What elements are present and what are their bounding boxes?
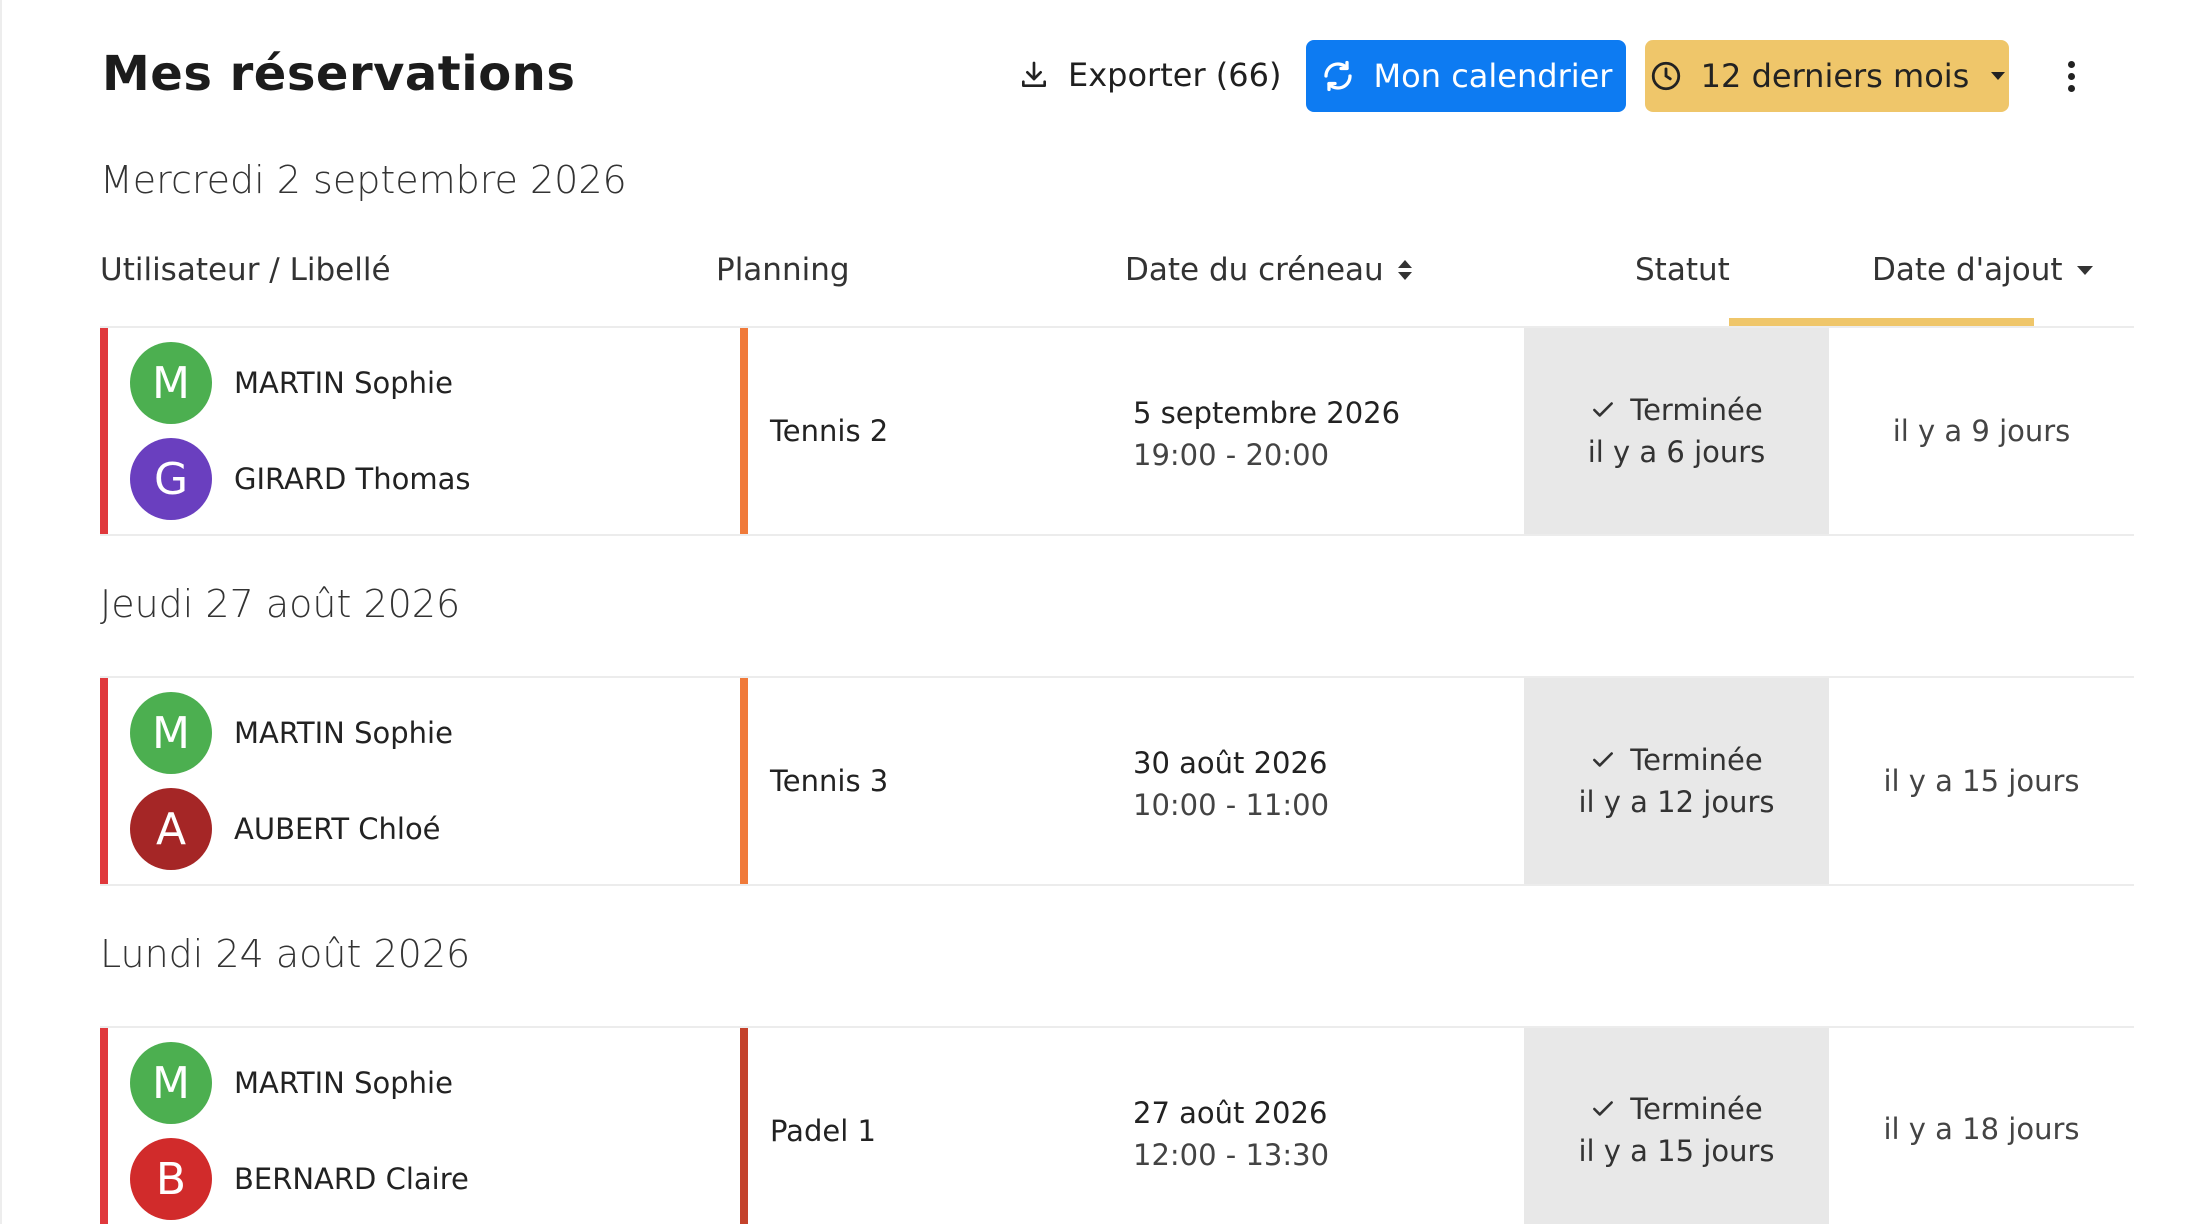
period-label: 12 derniers mois — [1700, 57, 1970, 95]
added-cell: il y a 9 jours — [1892, 414, 2071, 448]
slot-time: 12:00 - 13:30 — [1133, 1138, 1330, 1172]
slot-time: 19:00 - 20:00 — [1133, 438, 1330, 472]
status-since: il y a 12 jours — [1578, 785, 1775, 819]
slot-date: 27 août 2026 — [1133, 1096, 1328, 1130]
slot-cell: 27 août 2026 12:00 - 13:30 — [1133, 1092, 1329, 1176]
sort-desc-icon — [2076, 265, 2093, 275]
column-slot-date[interactable]: Date du créneau — [1125, 252, 1412, 288]
planning-color-bar — [740, 678, 748, 884]
avatar: M — [130, 342, 212, 424]
column-planning-label: Planning — [716, 252, 850, 288]
column-added-date-label: Date d'ajout — [1872, 252, 2063, 288]
slot-cell: 5 septembre 2026 19:00 - 20:00 — [1133, 392, 1400, 476]
user-name: MARTIN Sophie — [234, 366, 453, 400]
planning-label: Tennis 3 — [770, 764, 889, 798]
column-status: Statut — [1635, 252, 1730, 288]
table-row[interactable]: M MARTIN Sophie A AUBERT Chloé Tennis 3 … — [100, 676, 2134, 886]
avatar: A — [130, 788, 212, 870]
column-status-label: Statut — [1635, 252, 1730, 288]
user-entry: A AUBERT Chloé — [130, 788, 441, 870]
user-name: MARTIN Sophie — [234, 716, 453, 750]
status-cell: Terminée il y a 12 jours — [1524, 678, 1829, 884]
user-name: MARTIN Sophie — [234, 1066, 453, 1100]
row-color-bar — [100, 328, 108, 534]
column-planning: Planning — [716, 252, 850, 288]
page-title: Mes réservations — [102, 46, 576, 102]
sort-icon — [1397, 260, 1412, 280]
user-name: GIRARD Thomas — [234, 462, 471, 496]
status-cell: Terminée il y a 6 jours — [1524, 328, 1829, 534]
page-header: Mes réservations Exporter (66) Mon calen… — [100, 36, 2110, 116]
period-dropdown[interactable]: 12 derniers mois — [1645, 40, 2009, 112]
active-sort-underline — [1729, 318, 2034, 326]
added-cell: il y a 18 jours — [1883, 1112, 2080, 1146]
table-row[interactable]: M MARTIN Sophie G GIRARD Thomas Tennis 2… — [100, 326, 2134, 536]
page-left-edge — [0, 0, 2, 1224]
status-label: Terminée — [1630, 1092, 1763, 1126]
planning-color-bar — [740, 328, 748, 534]
status-label: Terminée — [1630, 743, 1763, 777]
user-entry: G GIRARD Thomas — [130, 438, 471, 520]
user-entry: M MARTIN Sophie — [130, 692, 453, 774]
check-icon — [1593, 1101, 1614, 1116]
kebab-dot-icon — [2067, 60, 2075, 68]
slot-date: 5 septembre 2026 — [1133, 396, 1401, 430]
more-options-button[interactable] — [2056, 56, 2086, 96]
planning-color-bar — [740, 1028, 748, 1224]
clock-icon — [1651, 61, 1680, 91]
column-user: Utilisateur / Libellé — [100, 252, 391, 288]
user-entry: M MARTIN Sophie — [130, 1042, 453, 1124]
status-cell: Terminée il y a 15 jours — [1524, 1028, 1829, 1224]
table-header: Utilisateur / Libellé Planning Date du c… — [100, 240, 2134, 330]
column-added-date[interactable]: Date d'ajout — [1872, 252, 2093, 288]
export-button[interactable]: Exporter (66) — [1018, 40, 1281, 110]
check-icon — [1593, 752, 1614, 767]
added-cell: il y a 15 jours — [1883, 764, 2080, 798]
user-name: AUBERT Chloé — [234, 812, 441, 846]
avatar: G — [130, 438, 212, 520]
day-heading: Mercredi 2 septembre 2026 — [100, 158, 627, 202]
slot-time: 10:00 - 11:00 — [1133, 788, 1330, 822]
day-heading: Lundi 24 août 2026 — [100, 932, 471, 976]
row-color-bar — [100, 678, 108, 884]
avatar: B — [130, 1138, 212, 1220]
planning-label: Padel 1 — [770, 1114, 876, 1148]
calendar-button[interactable]: Mon calendrier — [1306, 40, 1626, 112]
slot-cell: 30 août 2026 10:00 - 11:00 — [1133, 742, 1329, 826]
download-icon — [1022, 61, 1046, 87]
chevron-down-icon — [1991, 72, 2006, 80]
table-row[interactable]: M MARTIN Sophie B BERNARD Claire Padel 1… — [100, 1026, 2134, 1224]
slot-date: 30 août 2026 — [1133, 746, 1328, 780]
user-entry: B BERNARD Claire — [130, 1138, 469, 1220]
avatar: M — [130, 1042, 212, 1124]
row-color-bar — [100, 1028, 108, 1224]
calendar-label: Mon calendrier — [1373, 57, 1613, 95]
check-icon — [1593, 402, 1614, 417]
user-name: BERNARD Claire — [234, 1162, 469, 1196]
export-label: Exporter (66) — [1068, 56, 1282, 94]
planning-label: Tennis 2 — [770, 414, 889, 448]
user-entry: M MARTIN Sophie — [130, 342, 453, 424]
sync-icon — [1323, 60, 1352, 92]
day-heading: Jeudi 27 août 2026 — [100, 582, 461, 626]
column-user-label: Utilisateur / Libellé — [100, 252, 391, 288]
column-slot-date-label: Date du créneau — [1125, 252, 1384, 288]
status-since: il y a 15 jours — [1578, 1134, 1775, 1168]
avatar: M — [130, 692, 212, 774]
status-label: Terminée — [1630, 393, 1763, 427]
status-since: il y a 6 jours — [1587, 435, 1766, 469]
kebab-dot-icon — [2067, 84, 2075, 92]
kebab-dot-icon — [2067, 72, 2075, 80]
